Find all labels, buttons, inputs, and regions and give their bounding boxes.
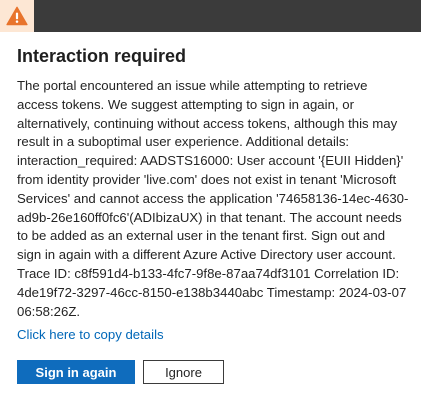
warning-icon (6, 6, 28, 26)
copy-details-link[interactable]: Click here to copy details (17, 327, 164, 342)
warning-indicator (0, 0, 34, 32)
dialog-title: Interaction required (17, 46, 187, 66)
sign-in-again-button[interactable]: Sign in again (17, 360, 135, 384)
ignore-button[interactable]: Ignore (143, 360, 224, 384)
dialog-message: The portal encountered an issue while at… (17, 78, 409, 319)
top-bar (0, 0, 421, 32)
interaction-required-dialog: Interaction required The portal encounte… (0, 32, 421, 398)
